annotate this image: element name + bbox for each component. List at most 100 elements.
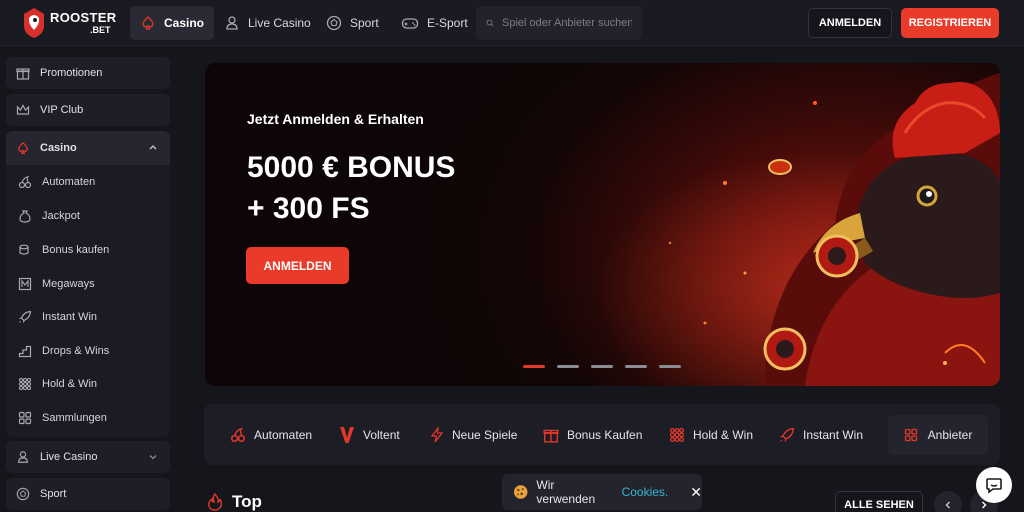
sidebar-subitem-label: Instant Win <box>42 311 98 323</box>
sidebar-item-casino[interactable]: Casino <box>6 131 170 165</box>
grid-m-icon <box>18 277 32 291</box>
banner-kicker: Jetzt Anmelden & Erhalten <box>247 111 424 127</box>
sidebar-subitem-instant-win[interactable]: Instant Win <box>6 302 170 332</box>
money-bag-icon <box>19 210 31 223</box>
carousel-dot[interactable] <box>523 365 545 368</box>
carousel-dot[interactable] <box>591 365 613 368</box>
gift-box-icon <box>543 429 559 443</box>
dealer-icon <box>18 451 28 463</box>
sidebar: Promotionen VIP Club Casino Automaten Ja… <box>0 47 176 512</box>
chevron-up-icon <box>149 145 157 150</box>
nav-live-casino[interactable]: Live Casino <box>214 6 321 40</box>
rooster-logo-icon <box>24 8 44 38</box>
banner-title: 5000 € BONUS + 300 FS <box>247 147 455 229</box>
category-label: Automaten <box>254 428 313 442</box>
category-label: Hold & Win <box>693 428 754 442</box>
crown-icon <box>16 104 30 115</box>
sidebar-item-label: VIP Club <box>40 104 84 116</box>
nav-casino[interactable]: Casino <box>130 6 215 40</box>
sidebar-subitem-drops-wins[interactable]: Drops & Wins <box>6 336 170 366</box>
sidebar-item-live-casino[interactable]: Live Casino <box>6 441 170 473</box>
nav-label: Casino <box>164 16 205 30</box>
dealer-icon <box>226 16 238 30</box>
sidebar-subitem-label: Megaways <box>42 278 95 290</box>
flame-icon <box>208 493 223 511</box>
prev-button[interactable] <box>934 491 962 512</box>
rocket-icon <box>780 427 795 442</box>
nav-label: Sport <box>350 16 379 30</box>
category-voltent[interactable]: Voltent <box>339 422 400 448</box>
chat-icon <box>986 478 1002 494</box>
login-button[interactable]: ANMELDEN <box>808 8 892 38</box>
sidebar-item-promotionen[interactable]: Promotionen <box>6 57 170 89</box>
sidebar-item-label: Casino <box>40 142 77 154</box>
cookie-banner: Wir verwenden Cookies. ✕ <box>502 474 702 510</box>
brand-name: ROOSTER <box>50 10 117 25</box>
providers-button[interactable]: Anbieter <box>888 415 988 455</box>
carousel-dots <box>523 365 681 368</box>
providers-label: Anbieter <box>927 428 973 442</box>
chevron-down-icon <box>149 455 157 460</box>
search-icon <box>486 19 494 27</box>
coins-icon <box>19 244 29 255</box>
sidebar-subitem-jackpot[interactable]: Jackpot <box>6 201 170 231</box>
top-header: ROOSTER .BET Casino Live Casino Sport E-… <box>0 0 1024 46</box>
category-automaten[interactable]: Automaten <box>230 422 312 448</box>
carousel-dot[interactable] <box>625 365 647 368</box>
register-button[interactable]: REGISTRIEREN <box>901 8 999 38</box>
lightning-icon <box>430 427 444 443</box>
sidebar-subitem-label: Automaten <box>42 176 96 188</box>
chevron-left-icon <box>945 501 950 509</box>
category-bonus-kaufen[interactable]: Bonus Kaufen <box>543 422 642 448</box>
sidebar-subitem-label: Jackpot <box>42 210 80 222</box>
cherries-icon <box>18 175 32 189</box>
carousel-dot[interactable] <box>659 365 681 368</box>
grid-icon <box>904 428 917 442</box>
section-title: Top <box>207 492 262 512</box>
cookie-icon <box>513 485 528 499</box>
sidebar-item-label: Sport <box>40 488 67 500</box>
nav-label: Live Casino <box>248 16 311 30</box>
category-hold-win[interactable]: Hold & Win <box>669 422 753 448</box>
close-icon[interactable]: ✕ <box>690 484 702 501</box>
see-all-button[interactable]: ALLE SEHEN <box>835 491 923 512</box>
grid-dots-icon <box>669 427 685 443</box>
sidebar-subitem-hold-win[interactable]: Hold & Win <box>6 369 170 399</box>
nav-sport[interactable]: Sport <box>316 6 389 40</box>
sidebar-subitem-label: Hold & Win <box>42 378 98 390</box>
sidebar-subitem-automaten[interactable]: Automaten <box>6 167 170 197</box>
cookie-text: Wir verwenden <box>536 478 596 506</box>
brand-logo[interactable]: ROOSTER .BET <box>20 6 116 40</box>
sidebar-subitem-sammlungen[interactable]: Sammlungen <box>6 403 170 433</box>
nav-esport[interactable]: E-Sport <box>391 6 478 40</box>
gift-icon <box>16 68 30 80</box>
cookie-link[interactable]: Cookies. <box>622 485 669 499</box>
rocket-icon <box>19 310 32 323</box>
category-instant-win[interactable]: Instant Win <box>779 422 863 448</box>
voltent-v-icon <box>340 427 354 443</box>
sidebar-item-sport[interactable]: Sport <box>6 478 170 510</box>
carousel-dot[interactable] <box>557 365 579 368</box>
sidebar-subitem-label: Drops & Wins <box>42 345 110 357</box>
sidebar-subitem-label: Bonus kaufen <box>42 244 110 256</box>
banner-title-line: + 300 FS <box>247 192 370 225</box>
chat-button[interactable] <box>976 467 1012 503</box>
search-input[interactable] <box>502 17 632 29</box>
promo-banner[interactable]: Jetzt Anmelden & Erhalten 5000 € BONUS +… <box>205 63 1000 386</box>
category-label: Instant Win <box>803 428 864 442</box>
banner-title-line: 5000 € BONUS <box>247 151 456 184</box>
spade-icon <box>142 16 154 30</box>
stairs-icon <box>18 345 32 358</box>
sidebar-subitem-label: Sammlungen <box>42 412 107 424</box>
banner-cta-button[interactable]: ANMELDEN <box>246 247 349 284</box>
sidebar-item-vip-club[interactable]: VIP Club <box>6 94 170 126</box>
sidebar-item-label: Promotionen <box>40 67 103 79</box>
spade-icon <box>18 141 28 154</box>
section-title-text: Top <box>232 492 262 511</box>
category-neue-spiele[interactable]: Neue Spiele <box>430 422 517 448</box>
sidebar-subitem-bonus-kaufen[interactable]: Bonus kaufen <box>6 235 170 265</box>
grid-dots-icon <box>18 377 32 391</box>
sidebar-subitem-megaways[interactable]: Megaways <box>6 269 170 299</box>
search-bar[interactable] <box>476 6 642 40</box>
category-label: Voltent <box>363 428 400 442</box>
